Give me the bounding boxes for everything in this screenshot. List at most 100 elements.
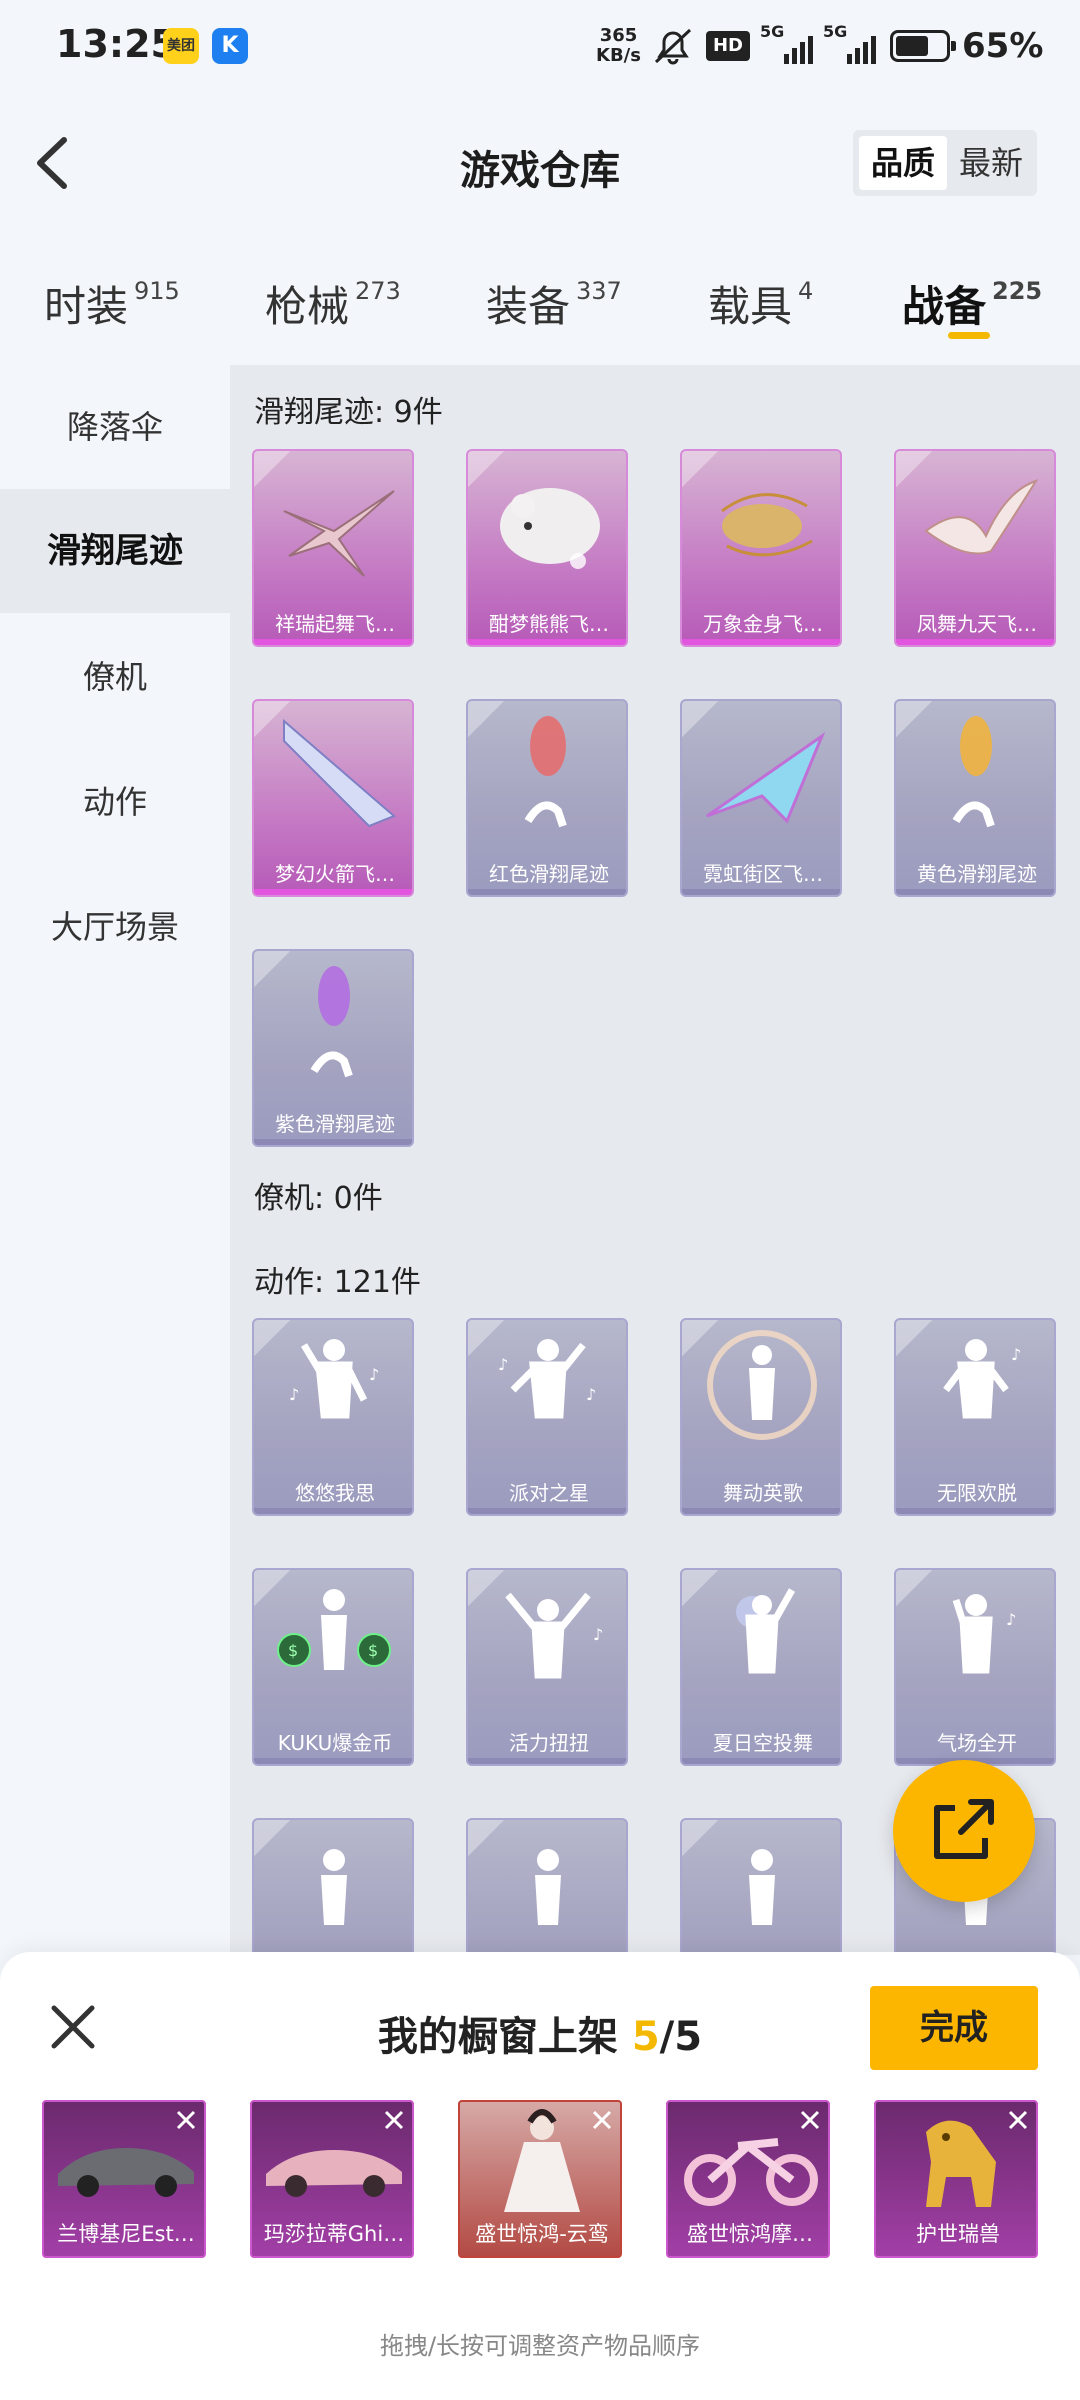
sidebar-item-lobby-scene[interactable]: 大厅场景 <box>0 865 230 989</box>
item-card[interactable] <box>680 1818 842 1955</box>
shelf-item[interactable]: 盛世惊鸿-云鸾 <box>458 2100 622 2258</box>
remove-icon[interactable] <box>590 2108 614 2132</box>
share-button[interactable] <box>893 1760 1035 1902</box>
shelf-item-label: 盛世惊鸿摩… <box>687 2222 813 2246</box>
shelf-item[interactable]: 兰博基尼Est… <box>42 2100 206 2258</box>
shelf-item-label: 兰博基尼Est… <box>57 2222 195 2246</box>
purple-smoke-trail-icon <box>310 966 353 1078</box>
item-label: 气场全开 <box>937 1731 1017 1755</box>
item-card[interactable] <box>466 1818 628 1955</box>
category-tabs: 时装 915 枪械 273 装备 337 载具 4 战备 225 <box>0 255 1080 355</box>
status-bar: 13:25 美团 K 365 KB/s HD 5G 5G 65% <box>0 0 1080 90</box>
item-grid-area[interactable]: 滑翔尾迹: 9件 祥瑞起舞飞… 酣梦熊熊飞… 万象金身飞… 凤舞九天飞… 梦幻火… <box>230 365 1080 1955</box>
shelf-item[interactable]: 护世瑞兽 <box>874 2100 1038 2258</box>
sidebar-item-wingman[interactable]: 僚机 <box>0 615 230 739</box>
svg-text:$: $ <box>288 1641 298 1660</box>
share-icon <box>934 1799 994 1859</box>
rocket-glider-icon <box>283 718 396 828</box>
dance-figure-icon <box>321 1849 347 1925</box>
rarity-bar <box>682 1758 840 1764</box>
status-icons: HD 5G 5G <box>650 22 876 68</box>
item-card[interactable]: ♪ ♪ 派对之星 <box>466 1318 628 1516</box>
svg-text:$: $ <box>368 1641 378 1660</box>
tab-label: 装备 <box>486 282 571 331</box>
item-label: 无限欢脱 <box>937 1481 1017 1505</box>
tab-guns[interactable]: 枪械 273 <box>265 273 401 334</box>
dance-figure-icon <box>749 1849 775 1925</box>
item-label: 黄色滑翔尾迹 <box>917 862 1037 886</box>
item-card[interactable]: 凤舞九天飞… <box>894 449 1056 647</box>
section-title-glide: 滑翔尾迹: 9件 <box>254 395 443 430</box>
item-card[interactable]: 梦幻火箭飞… <box>252 699 414 897</box>
item-label: 悠悠我思 <box>295 1481 375 1505</box>
item-label: 酣梦熊熊飞… <box>489 612 609 636</box>
signal-5g-icon: 5G <box>823 22 876 64</box>
rarity-bar <box>254 639 412 645</box>
svg-text:♪: ♪ <box>498 1355 508 1374</box>
money-bag-dance-icon: $ $ <box>277 1589 391 1670</box>
sidebar-item-glide-trail[interactable]: 滑翔尾迹 <box>0 489 230 613</box>
tab-count: 273 <box>355 277 401 305</box>
shelf-item-label: 盛世惊鸿-云鸾 <box>475 2222 609 2246</box>
item-card[interactable]: ♪ 气场全开 <box>894 1568 1056 1766</box>
remove-icon[interactable] <box>174 2108 198 2132</box>
remove-icon[interactable] <box>382 2108 406 2132</box>
dance-figure-icon <box>535 1849 561 1925</box>
remove-icon[interactable] <box>1006 2108 1030 2132</box>
item-card[interactable]: $ $ KUKU爆金币 <box>252 1568 414 1766</box>
item-card[interactable]: 祥瑞起舞飞… <box>252 449 414 647</box>
done-button[interactable]: 完成 <box>870 1986 1038 2070</box>
warehouse-screen: 13:25 美团 K 365 KB/s HD 5G 5G 65% 游戏仓库 品质… <box>0 0 1080 2400</box>
tab-battle-prep[interactable]: 战备 225 <box>902 273 1042 334</box>
shelf-item-label: 护世瑞兽 <box>916 2222 1000 2246</box>
item-label: 紫色滑翔尾迹 <box>275 1112 395 1136</box>
meituan-icon: 美团 <box>163 28 199 64</box>
item-card[interactable]: 紫色滑翔尾迹 <box>252 949 414 1147</box>
showcase-count-current: 5 <box>631 2014 660 2060</box>
tab-fashion[interactable]: 时装 915 <box>44 273 180 334</box>
item-card[interactable]: 夏日空投舞 <box>680 1568 842 1766</box>
item-card[interactable] <box>252 1818 414 1955</box>
rarity-bar <box>468 639 626 645</box>
sort-quality-button[interactable]: 品质 <box>859 136 947 190</box>
rarity-bar <box>682 639 840 645</box>
tab-label: 载具 <box>708 282 793 331</box>
rarity-bar <box>254 889 412 895</box>
item-card[interactable]: 酣梦熊熊飞… <box>466 449 628 647</box>
svg-text:♪: ♪ <box>289 1385 299 1404</box>
item-card[interactable]: 霓虹街区飞… <box>680 699 842 897</box>
bear-glider-icon <box>500 488 600 569</box>
battery-percent: 65% <box>962 26 1044 66</box>
rarity-bar <box>682 1508 840 1514</box>
tab-count: 4 <box>798 277 814 305</box>
shelf-item[interactable]: 玛莎拉蒂Ghi… <box>250 2100 414 2258</box>
svg-text:♪: ♪ <box>1011 1345 1021 1364</box>
rarity-bar <box>896 639 1054 645</box>
item-card[interactable]: ♪ ♪ 悠悠我思 <box>252 1318 414 1516</box>
item-card[interactable]: 舞动英歌 <box>680 1318 842 1516</box>
red-smoke-trail-icon <box>524 716 567 828</box>
rarity-bar <box>468 1508 626 1514</box>
sidebar-item-action[interactable]: 动作 <box>0 740 230 864</box>
item-label: 红色滑翔尾迹 <box>489 862 609 886</box>
sort-newest-button[interactable]: 最新 <box>947 136 1035 190</box>
battery-icon <box>890 30 956 62</box>
item-card[interactable]: 万象金身飞… <box>680 449 842 647</box>
dance-figure-icon: ♪♪ <box>498 1339 596 1419</box>
remove-icon[interactable] <box>798 2108 822 2132</box>
sidebar: 降落伞 滑翔尾迹 僚机 动作 大厅场景 <box>0 365 230 1955</box>
tab-vehicles[interactable]: 载具 4 <box>708 273 813 334</box>
rarity-bar <box>254 1508 412 1514</box>
shelf-item[interactable]: 盛世惊鸿摩… <box>666 2100 830 2258</box>
item-card[interactable]: 黄色滑翔尾迹 <box>894 699 1056 897</box>
svg-text:♪: ♪ <box>369 1365 379 1384</box>
status-time: 13:25 <box>56 22 177 66</box>
item-card[interactable]: ♪ 活力扭扭 <box>466 1568 628 1766</box>
item-card[interactable]: 红色滑翔尾迹 <box>466 699 628 897</box>
tab-equipment[interactable]: 装备 337 <box>486 273 622 334</box>
item-card[interactable]: ♪ 无限欢脱 <box>894 1318 1056 1516</box>
item-label: KUKU爆金币 <box>277 1731 393 1755</box>
active-tab-indicator <box>948 332 990 339</box>
k-app-icon: K <box>212 28 248 64</box>
sidebar-item-parachute[interactable]: 降落伞 <box>0 365 230 489</box>
